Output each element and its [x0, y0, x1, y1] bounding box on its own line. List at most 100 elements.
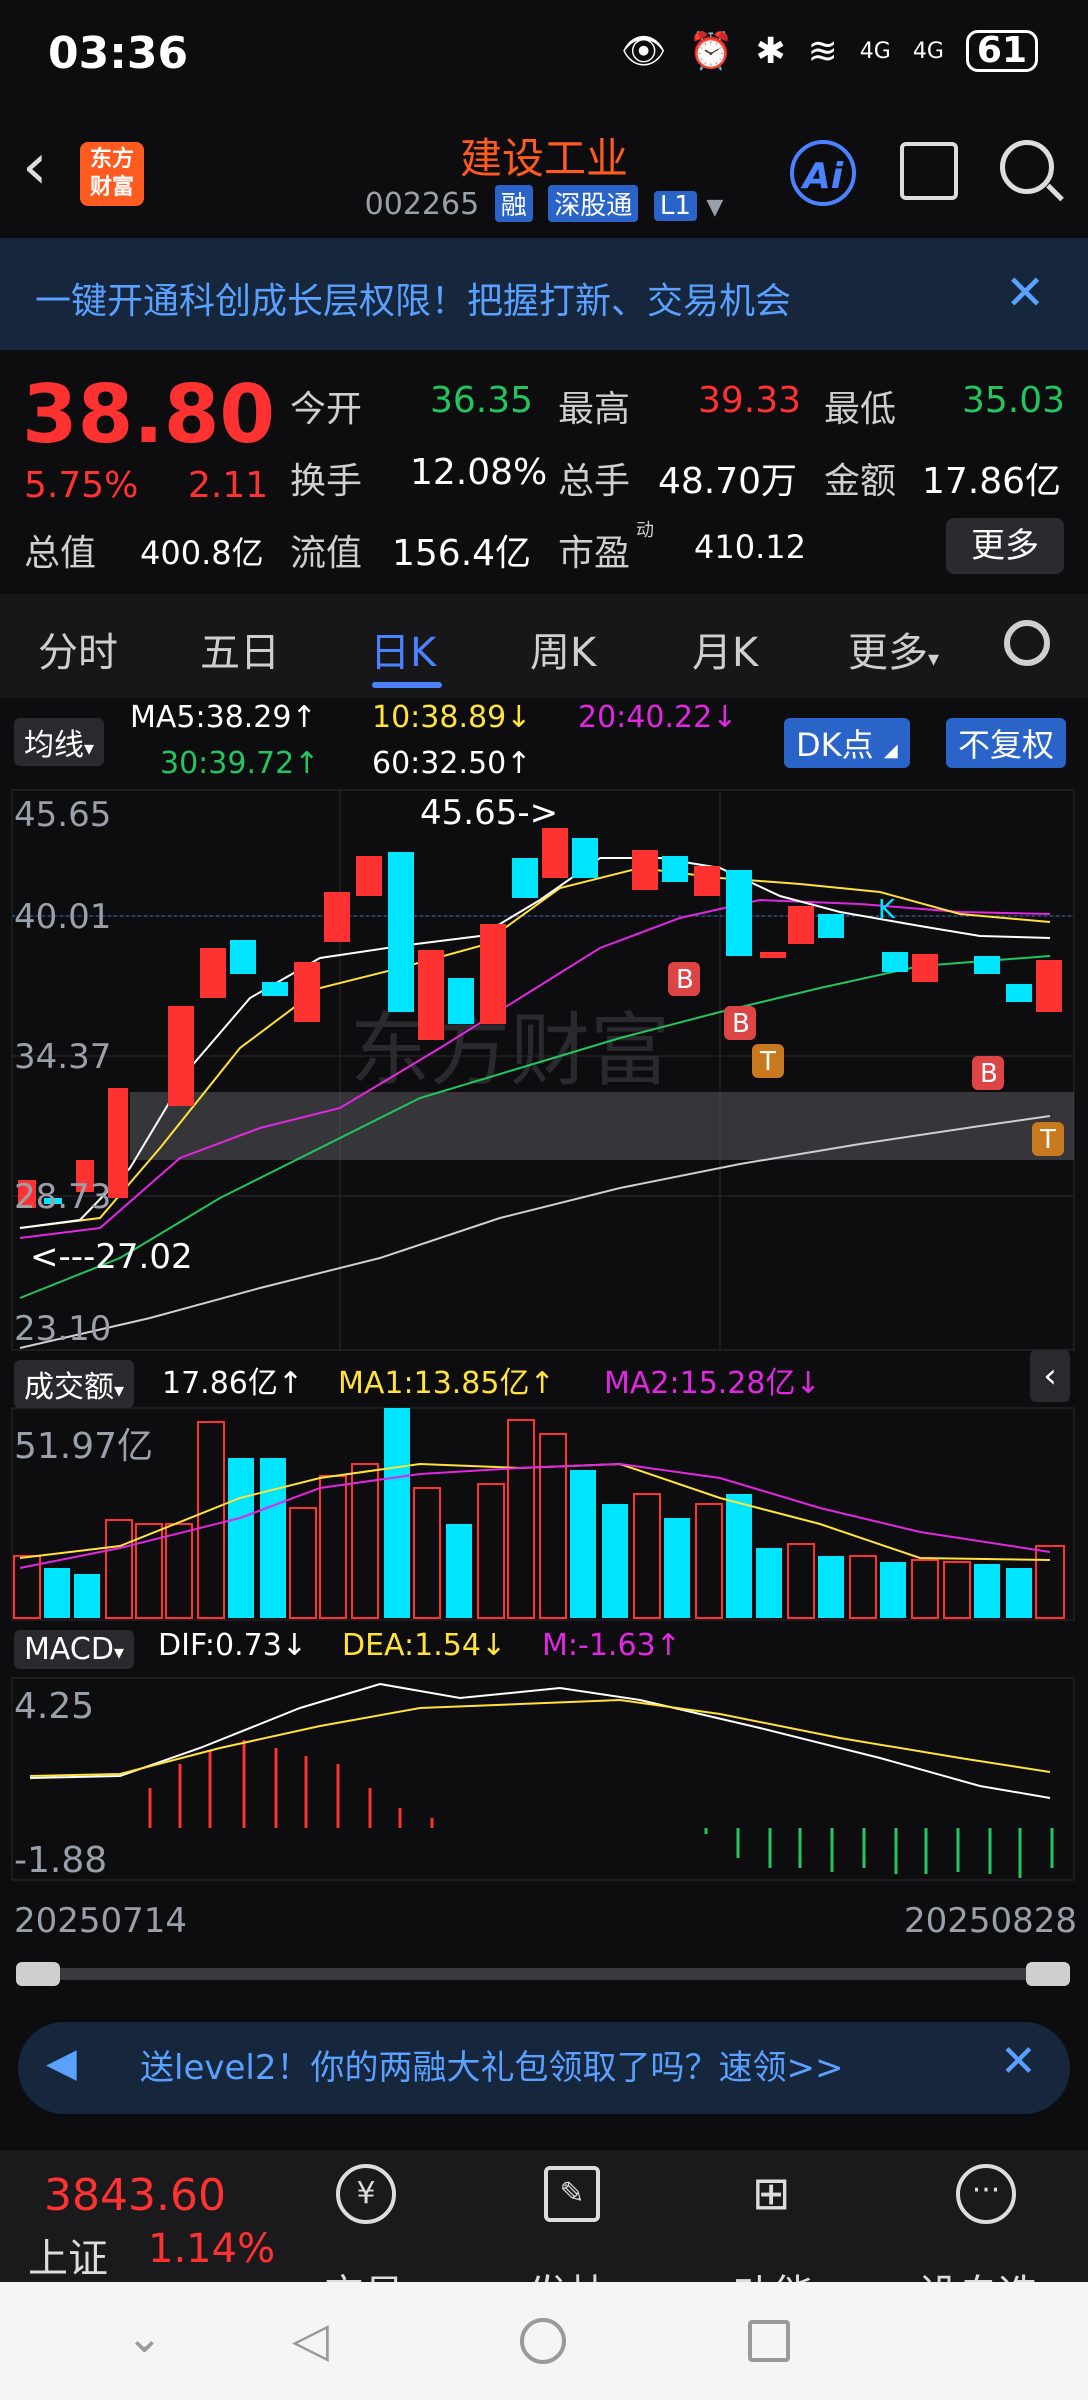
volume-value: 48.70万	[658, 461, 798, 502]
bluetooth-icon: ✱	[755, 30, 786, 72]
index-name[interactable]: 上证	[28, 2226, 108, 2284]
candle	[882, 952, 908, 972]
ma60-label: 60:32.50↑	[372, 746, 532, 781]
collapse-icon[interactable]: ‹	[1030, 1350, 1070, 1402]
candle	[662, 856, 688, 882]
ai-button[interactable]: Ai	[790, 140, 856, 206]
signal-icon: 4G	[859, 38, 891, 64]
back-triangle-icon[interactable]: ◁	[292, 2312, 329, 2368]
volume-bar	[197, 1421, 225, 1619]
tab-monthly-k[interactable]: 月K	[692, 620, 758, 678]
chevron-down-icon: ▼	[706, 195, 724, 220]
tab-daily-k[interactable]: 日K	[370, 620, 436, 678]
macd-green-bars	[704, 1828, 1054, 1878]
candle	[418, 950, 444, 1040]
candle	[726, 870, 752, 956]
volume-bar	[849, 1555, 877, 1619]
volume-ma1: MA1:13.85亿↑	[338, 1366, 555, 1401]
volume-bar	[351, 1463, 379, 1619]
margin-tag: 融	[494, 185, 533, 222]
macd-dif-label: DIF:0.73↓	[158, 1628, 307, 1663]
b-badge-text: B	[980, 1059, 998, 1089]
axis-label-max: 45.65	[14, 795, 111, 835]
tab-more-label: 更多	[848, 630, 928, 676]
volume-selector[interactable]: 成交额▾	[14, 1360, 135, 1408]
ma-selector[interactable]: 均线▾	[14, 718, 105, 766]
b-badge-text: B	[732, 1009, 750, 1039]
volume-bar	[911, 1559, 939, 1619]
k-marker: K	[878, 895, 896, 925]
chevron-down-icon: ▾	[928, 647, 940, 672]
tab-weekly-k[interactable]: 周K	[530, 620, 596, 678]
volume-axis-label: 51.97亿	[14, 1426, 153, 1467]
t-badge-text: T	[759, 1047, 776, 1077]
search-icon[interactable]	[1000, 140, 1054, 194]
candle	[760, 952, 786, 958]
amount-value: 17.86亿	[922, 461, 1062, 502]
volume-bar	[880, 1562, 906, 1618]
more-button[interactable]: 更多	[946, 518, 1064, 574]
scroll-handle-left[interactable]	[16, 1962, 60, 1986]
megaphone-icon: ◀	[46, 2040, 77, 2086]
home-icon[interactable]	[520, 2318, 566, 2364]
volume-bars	[13, 1408, 1065, 1619]
chevron-down-icon[interactable]: ⌄	[126, 2312, 163, 2363]
more-dots-icon[interactable]: ···	[956, 2164, 1016, 2224]
ma-selector-label: 均线	[24, 728, 84, 763]
pe-superscript: 动	[636, 520, 654, 541]
change-percent: 5.75%	[24, 465, 139, 506]
chevron-down-icon: ▾	[114, 1378, 125, 1402]
recents-icon[interactable]	[748, 2320, 790, 2362]
candle	[1036, 960, 1062, 1012]
scroll-handle-right[interactable]	[1026, 1962, 1070, 1986]
candle	[230, 940, 256, 974]
axis-label: 34.37	[14, 1037, 111, 1077]
macd-red-bars	[148, 1740, 434, 1828]
low-marker: <---27.02	[30, 1237, 193, 1277]
volume-bar	[539, 1433, 567, 1619]
macd-selector[interactable]: MACD▾	[14, 1630, 134, 1669]
volume-selector-label: 成交额	[24, 1370, 114, 1405]
adjust-button[interactable]: 不复权	[946, 718, 1067, 768]
candle	[694, 866, 720, 896]
share-icon[interactable]	[900, 142, 958, 200]
chart-scrollbar[interactable]	[16, 1968, 1070, 1980]
tab-five-day[interactable]: 五日	[200, 620, 280, 678]
close-icon[interactable]: ✕	[1000, 2036, 1037, 2087]
candle	[1006, 984, 1032, 1002]
volume-bar	[664, 1518, 690, 1618]
macd-dif-line	[29, 1682, 1051, 1799]
promo-banner-text[interactable]: 一键开通科创成长层权限！把握打新、交易机会	[35, 272, 791, 324]
candle	[512, 858, 538, 898]
index-value[interactable]: 3843.60	[44, 2170, 226, 2221]
volume-bar	[756, 1548, 782, 1618]
battery-icon: 61	[965, 30, 1038, 72]
tab-more[interactable]: 更多▾	[848, 620, 939, 678]
volume-bar	[943, 1561, 971, 1619]
dk-point-label: DK点	[796, 726, 874, 764]
axis-label: 28.73	[14, 1177, 111, 1217]
volume-bar	[446, 1524, 472, 1618]
candle	[168, 1006, 194, 1106]
candle	[542, 828, 568, 878]
status-time: 03:36	[48, 28, 189, 79]
date-start: 20250714	[14, 1901, 187, 1941]
dk-point-button[interactable]: DK点 ◢	[784, 718, 910, 768]
float-value: 156.4亿	[392, 533, 532, 574]
last-price: 38.80	[22, 368, 276, 461]
level2-banner-text[interactable]: 送level2！你的两融大礼包领取了吗？速领>>	[140, 2040, 843, 2089]
candle	[818, 914, 844, 938]
index-percent[interactable]: 1.14%	[148, 2226, 275, 2272]
gear-icon[interactable]	[1004, 620, 1050, 666]
candle	[632, 850, 658, 890]
candle	[912, 954, 938, 982]
yen-icon[interactable]: ¥	[336, 2164, 396, 2224]
volume-label: 总手	[558, 461, 631, 502]
tab-intraday[interactable]: 分时	[38, 620, 118, 678]
change-amount: 2.11	[188, 465, 269, 506]
edit-icon[interactable]: ✎	[544, 2166, 600, 2222]
grid-icon[interactable]: ⊞	[752, 2166, 791, 2220]
volume-bar	[165, 1523, 193, 1619]
macd-axis-top: 4.25	[14, 1686, 94, 1727]
close-icon[interactable]: ✕	[1005, 265, 1045, 321]
